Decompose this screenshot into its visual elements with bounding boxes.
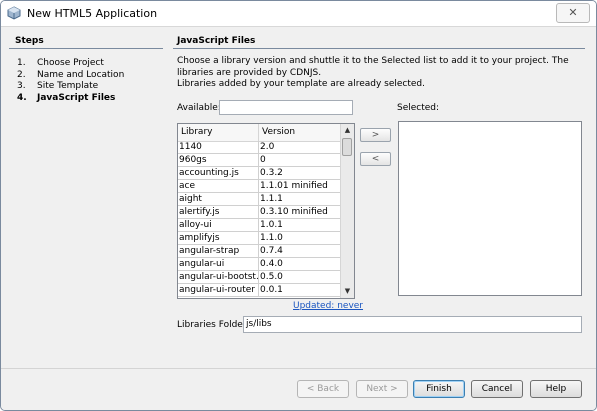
available-filter-input[interactable] (219, 100, 353, 115)
table-row[interactable]: angular-strap 0.7.4 (178, 245, 341, 258)
window-title: New HTML5 Application (27, 7, 158, 20)
steps-list: 1. Choose Project 2. Name and Location 3. S… (17, 58, 163, 104)
library-version-cell[interactable]: 2.0 (259, 141, 341, 154)
close-button[interactable]: ✕ (556, 3, 590, 23)
steps-header: Steps (9, 32, 163, 49)
table-row[interactable]: angular-ui 0.4.0 (178, 258, 341, 271)
main-panel: JavaScript Files Choose a library versio… (173, 32, 585, 362)
finish-button[interactable]: Finish (413, 380, 465, 398)
updated-link[interactable]: Updated: never (293, 301, 363, 311)
selected-list[interactable] (398, 121, 582, 296)
library-version-cell[interactable]: 0.3.2 (259, 167, 341, 180)
table-row[interactable]: alertify.js 0.3.10 minified (178, 206, 341, 219)
step-label: Choose Project (37, 58, 104, 68)
library-version-cell[interactable]: 0.7.4 (259, 245, 341, 258)
table-row[interactable]: angular-ui-router 0.0.1 (178, 284, 341, 297)
library-version-cell[interactable]: 0 (259, 154, 341, 167)
library-name-cell: angular-strap (178, 245, 259, 258)
step-number: 1. (17, 58, 26, 68)
step-label: Site Template (37, 81, 99, 91)
dialog-content: Steps 1. Choose Project 2. Name and Locati… (1, 27, 596, 368)
available-label: Available: (177, 103, 221, 113)
libraries-table[interactable]: Library Version 1140 2.0 960gs 0 accounting.… (177, 123, 355, 299)
table-row[interactable]: aight 1.1.1 (178, 193, 341, 206)
library-name-cell: 960gs (178, 154, 259, 167)
next-button[interactable]: Next > (356, 380, 408, 398)
library-name-cell: alertify.js (178, 206, 259, 219)
description: Choose a library version and shuttle it … (177, 56, 582, 91)
library-name-cell: accounting.js (178, 167, 259, 180)
table-row[interactable]: 960gs 0 (178, 154, 341, 167)
library-version-cell[interactable]: 1.1.0 (259, 232, 341, 245)
step-item: 1. Choose Project (17, 58, 163, 70)
scroll-down-icon[interactable]: ▼ (341, 285, 354, 298)
scroll-up-icon[interactable]: ▲ (341, 124, 354, 137)
step-number: 2. (17, 69, 26, 80)
library-name-cell: angular-ui (178, 258, 259, 271)
library-name-cell: angular-ui-router (178, 284, 259, 297)
column-header-version[interactable]: Version (259, 124, 341, 141)
remove-library-button[interactable]: < (360, 152, 391, 166)
library-version-cell[interactable]: 0.4.0 (259, 258, 341, 271)
close-icon: ✕ (568, 6, 578, 19)
library-name-cell: angular-ui-bootst... (178, 271, 259, 284)
table-row[interactable]: ace 1.1.01 minified (178, 180, 341, 193)
dialog-window: New HTML5 Application ✕ Steps 1. Choose P… (0, 0, 597, 411)
description-line: Choose a library version and shuttle it … (177, 56, 569, 78)
library-version-cell[interactable]: 0.0.1 (259, 284, 341, 297)
table-row[interactable]: alloy-ui 1.0.1 (178, 219, 341, 232)
column-header-library[interactable]: Library (178, 124, 259, 141)
library-version-cell[interactable]: 1.0.1 (259, 219, 341, 232)
table-row[interactable]: amplifyjs 1.1.0 (178, 232, 341, 245)
steps-panel: Steps 1. Choose Project 2. Name and Locati… (9, 32, 163, 362)
step-label: Name and Location (37, 69, 125, 80)
library-version-cell[interactable]: 0.5.0 (259, 271, 341, 284)
title-bar: New HTML5 Application ✕ (1, 1, 596, 27)
help-button[interactable]: Help (530, 380, 582, 398)
library-version-cell[interactable]: 0.3.10 minified (259, 206, 341, 219)
back-button[interactable]: < Back (297, 380, 349, 398)
step-number: 4. (17, 92, 27, 103)
library-name-cell: 1140 (178, 141, 259, 154)
library-name-cell: aight (178, 193, 259, 206)
description-line: Libraries added by your template are alr… (177, 79, 426, 89)
cancel-button[interactable]: Cancel (471, 380, 523, 398)
page-title: JavaScript Files (173, 32, 585, 49)
libraries-folder-label: Libraries Folder: (177, 320, 250, 330)
library-version-cell[interactable]: 1.1.01 minified (259, 180, 341, 193)
table-body: 1140 2.0 960gs 0 accounting.js 0.3.2 ace 1.1.01… (178, 141, 341, 297)
library-version-cell[interactable]: 1.1.1 (259, 193, 341, 206)
step-item: 3. Site Template (17, 81, 163, 93)
table-row[interactable]: accounting.js 0.3.2 (178, 167, 341, 180)
step-number: 3. (17, 81, 26, 91)
button-bar: < Back Next > Finish Cancel Help (1, 368, 596, 410)
step-label: JavaScript Files (37, 92, 116, 103)
library-name-cell: amplifyjs (178, 232, 259, 245)
libraries-folder-input[interactable]: js/libs (243, 316, 582, 333)
app-cube-icon (7, 6, 21, 20)
library-name-cell: ace (178, 180, 259, 193)
table-scrollbar[interactable]: ▲ ▼ (340, 124, 354, 298)
table-row[interactable]: 1140 2.0 (178, 141, 341, 154)
add-library-button[interactable]: > (360, 128, 391, 142)
table-row[interactable]: angular-ui-bootst... 0.5.0 (178, 271, 341, 284)
scroll-thumb[interactable] (342, 138, 352, 156)
table-header: Library Version (178, 124, 341, 142)
library-name-cell: alloy-ui (178, 219, 259, 232)
step-item-current: 4. JavaScript Files (17, 93, 163, 105)
step-item: 2. Name and Location (17, 70, 163, 82)
selected-label: Selected: (397, 103, 440, 113)
